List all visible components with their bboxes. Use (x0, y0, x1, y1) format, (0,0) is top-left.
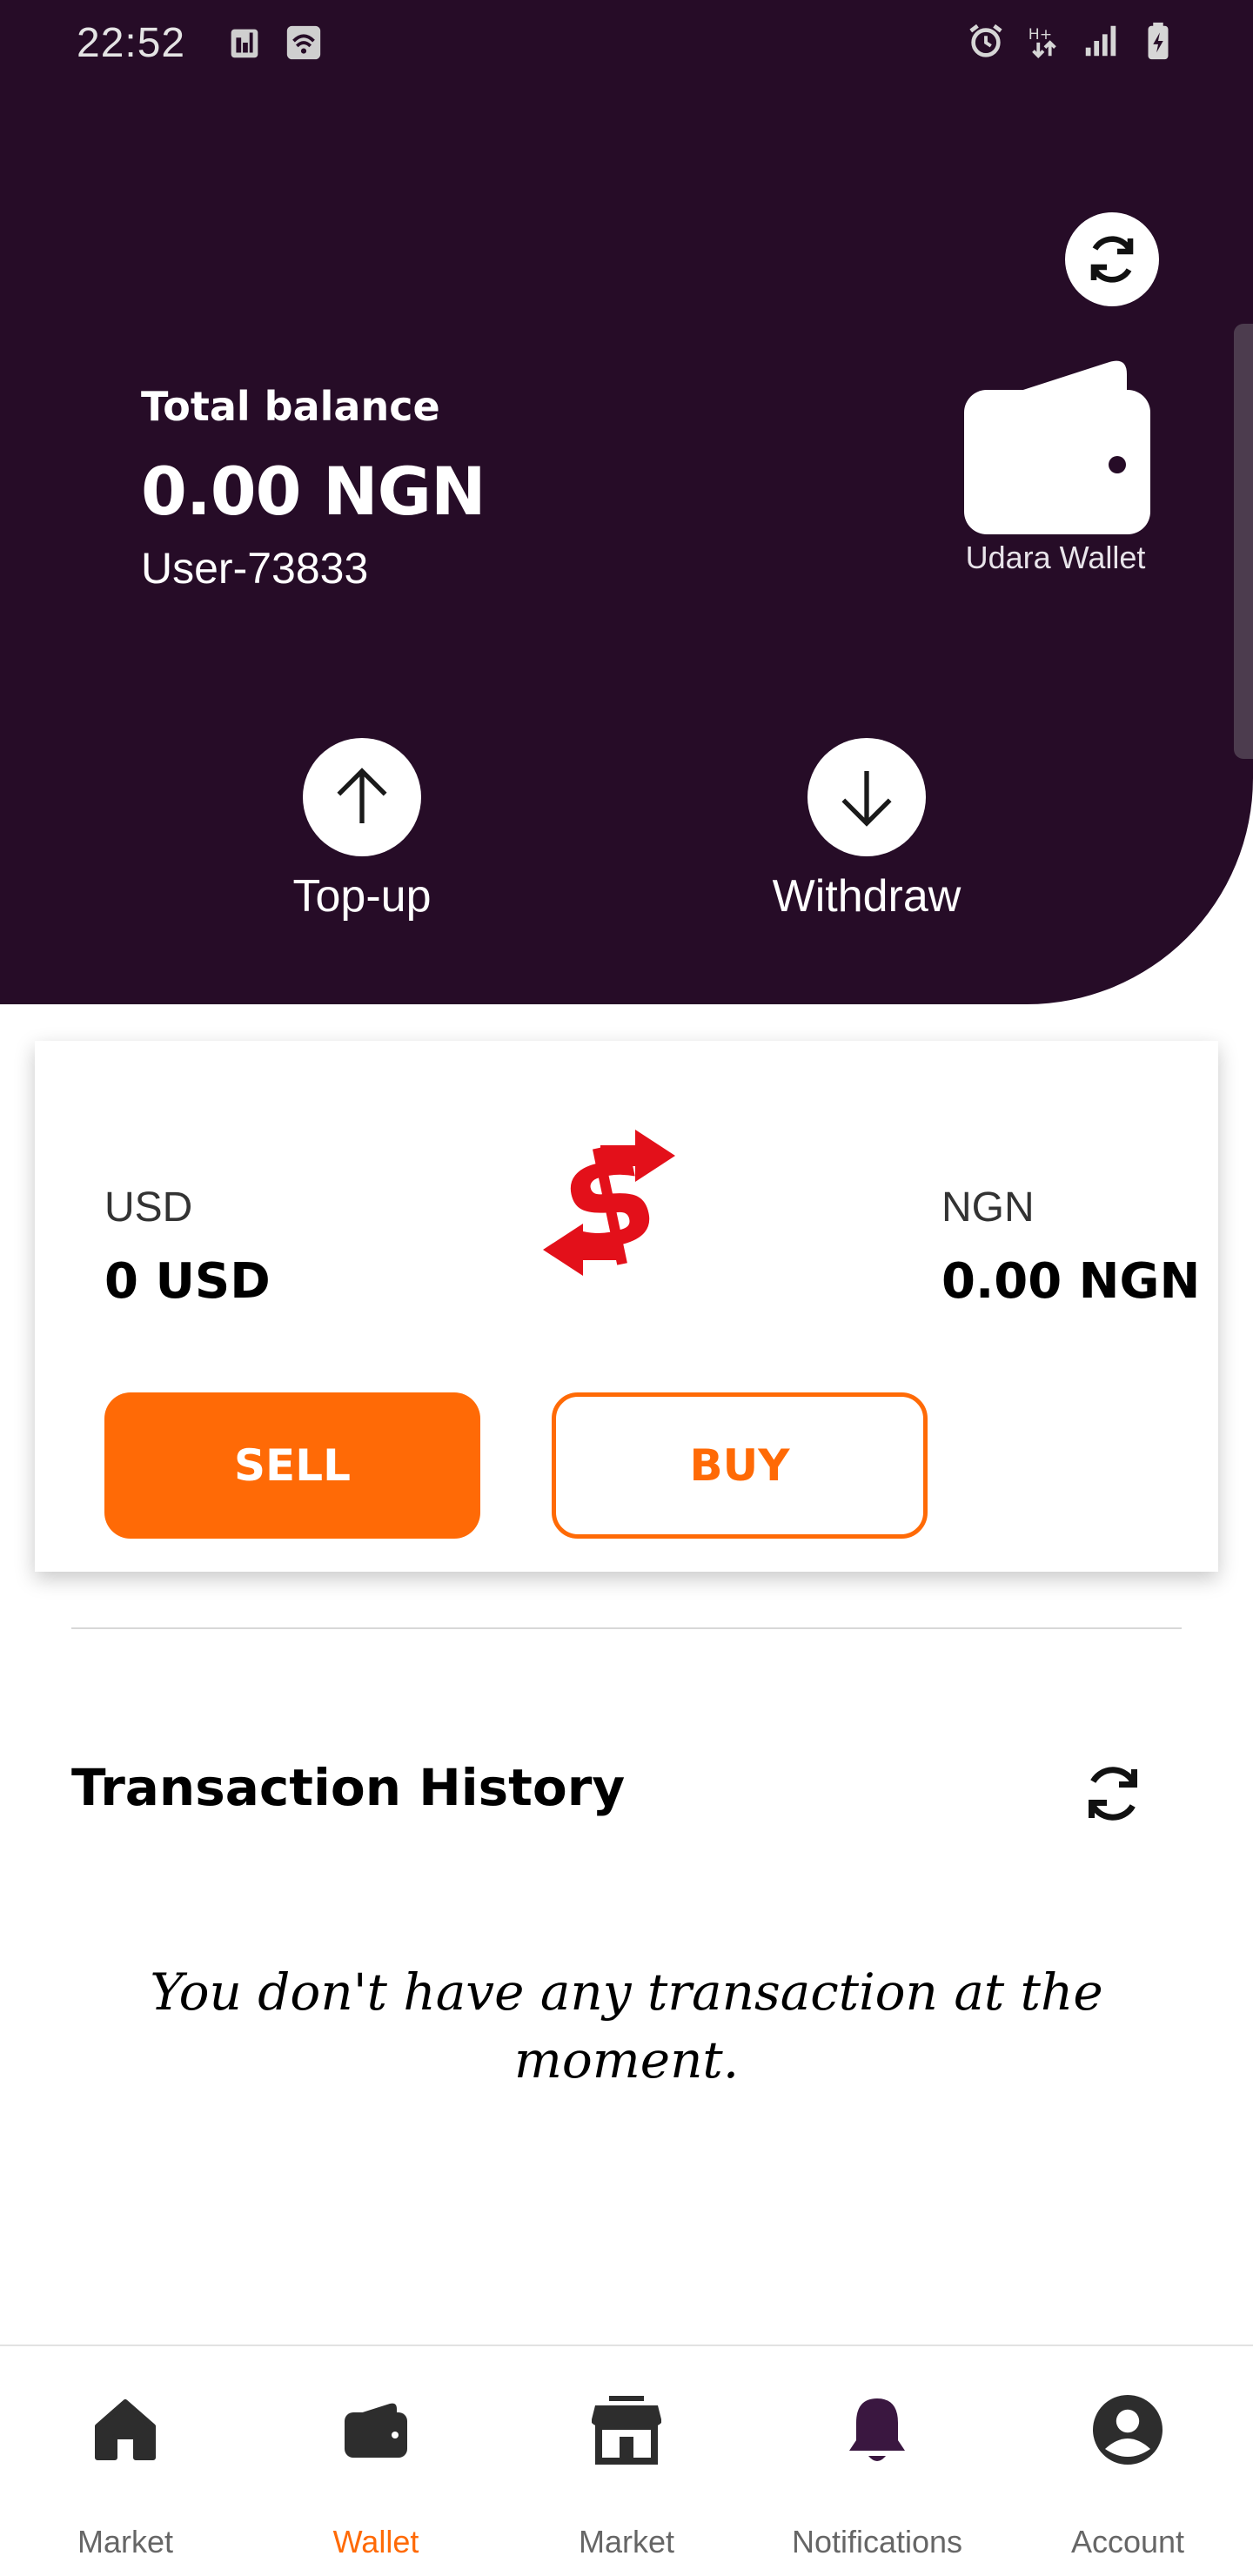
empty-transactions-message: You don't have any transaction at the mo… (150, 1962, 1103, 2090)
balance-amount: 0.00 NGN (141, 453, 486, 530)
ngn-label: NGN (941, 1184, 1035, 1231)
wallet-header: 22:52 H+ Total balance 0.00 NGN User-738… (0, 0, 1253, 1004)
nav-label-wallet: Wallet (332, 2524, 419, 2559)
wallet-logo-text: Udara Wallet (965, 540, 1146, 575)
home-icon (95, 2399, 156, 2460)
refresh-icon (1089, 1767, 1137, 1821)
nav-item-notifications[interactable]: Notifications (752, 2346, 1002, 2576)
nav-label-account: Account (1070, 2524, 1185, 2559)
wallet-icon (345, 2403, 407, 2458)
scrollbar[interactable] (1234, 324, 1253, 759)
topup-circle[interactable] (303, 738, 421, 856)
account-icon (1093, 2395, 1163, 2465)
arrow-down-icon (841, 771, 892, 827)
divider (71, 1627, 1182, 1629)
withdraw-circle[interactable] (807, 738, 926, 856)
store-icon (592, 2396, 661, 2465)
nav-item-market[interactable]: Market (0, 2346, 251, 2576)
exchange-card: USD 0 USD $ NGN 0.00 NGN SELL BUY (35, 1041, 1218, 1572)
nav-label-market: Market (77, 2524, 174, 2559)
status-bar: 22:52 H+ (0, 0, 1253, 87)
nav-label-notifications: Notifications (791, 2524, 963, 2559)
currency-exchange-icon: $ (543, 1124, 675, 1281)
sell-button[interactable]: SELL (104, 1392, 480, 1539)
battery-icon (1148, 22, 1169, 60)
user-id: User-73833 (141, 544, 369, 593)
bottom-nav: Market Wallet Market Notifications Accou… (0, 2345, 1253, 2576)
signal-icon (1085, 25, 1116, 57)
nav-item-account[interactable]: Account (1002, 2346, 1253, 2576)
nav-item-store[interactable]: Market (501, 2346, 752, 2576)
refresh-balance-button[interactable] (1065, 212, 1159, 306)
withdraw-button[interactable]: Withdraw (736, 738, 997, 922)
nav-label-store: Market (578, 2524, 675, 2559)
refresh-history-button[interactable] (1074, 1754, 1152, 1833)
svg-text:H+: H+ (1029, 26, 1052, 44)
status-time: 22:52 (77, 20, 186, 66)
balance-label: Total balance (141, 383, 440, 430)
wifi-icon (286, 25, 321, 60)
data-arrows-icon: H+ (1029, 26, 1056, 58)
usd-label: USD (104, 1184, 193, 1231)
bell-icon (849, 2398, 905, 2461)
nav-item-wallet[interactable]: Wallet (251, 2346, 501, 2576)
withdraw-label: Withdraw (772, 871, 962, 922)
usd-value: 0 USD (104, 1253, 271, 1310)
transaction-history-title: Transaction History (71, 1758, 626, 1817)
arrow-up-icon (337, 768, 387, 823)
sim-icon (231, 29, 258, 58)
buy-button[interactable]: BUY (552, 1392, 928, 1539)
alarm-icon (969, 23, 1002, 57)
topup-button[interactable]: Top-up (231, 738, 492, 922)
refresh-icon (1090, 236, 1134, 283)
topup-label: Top-up (292, 871, 432, 922)
ngn-value: 0.00 NGN (941, 1253, 1201, 1310)
